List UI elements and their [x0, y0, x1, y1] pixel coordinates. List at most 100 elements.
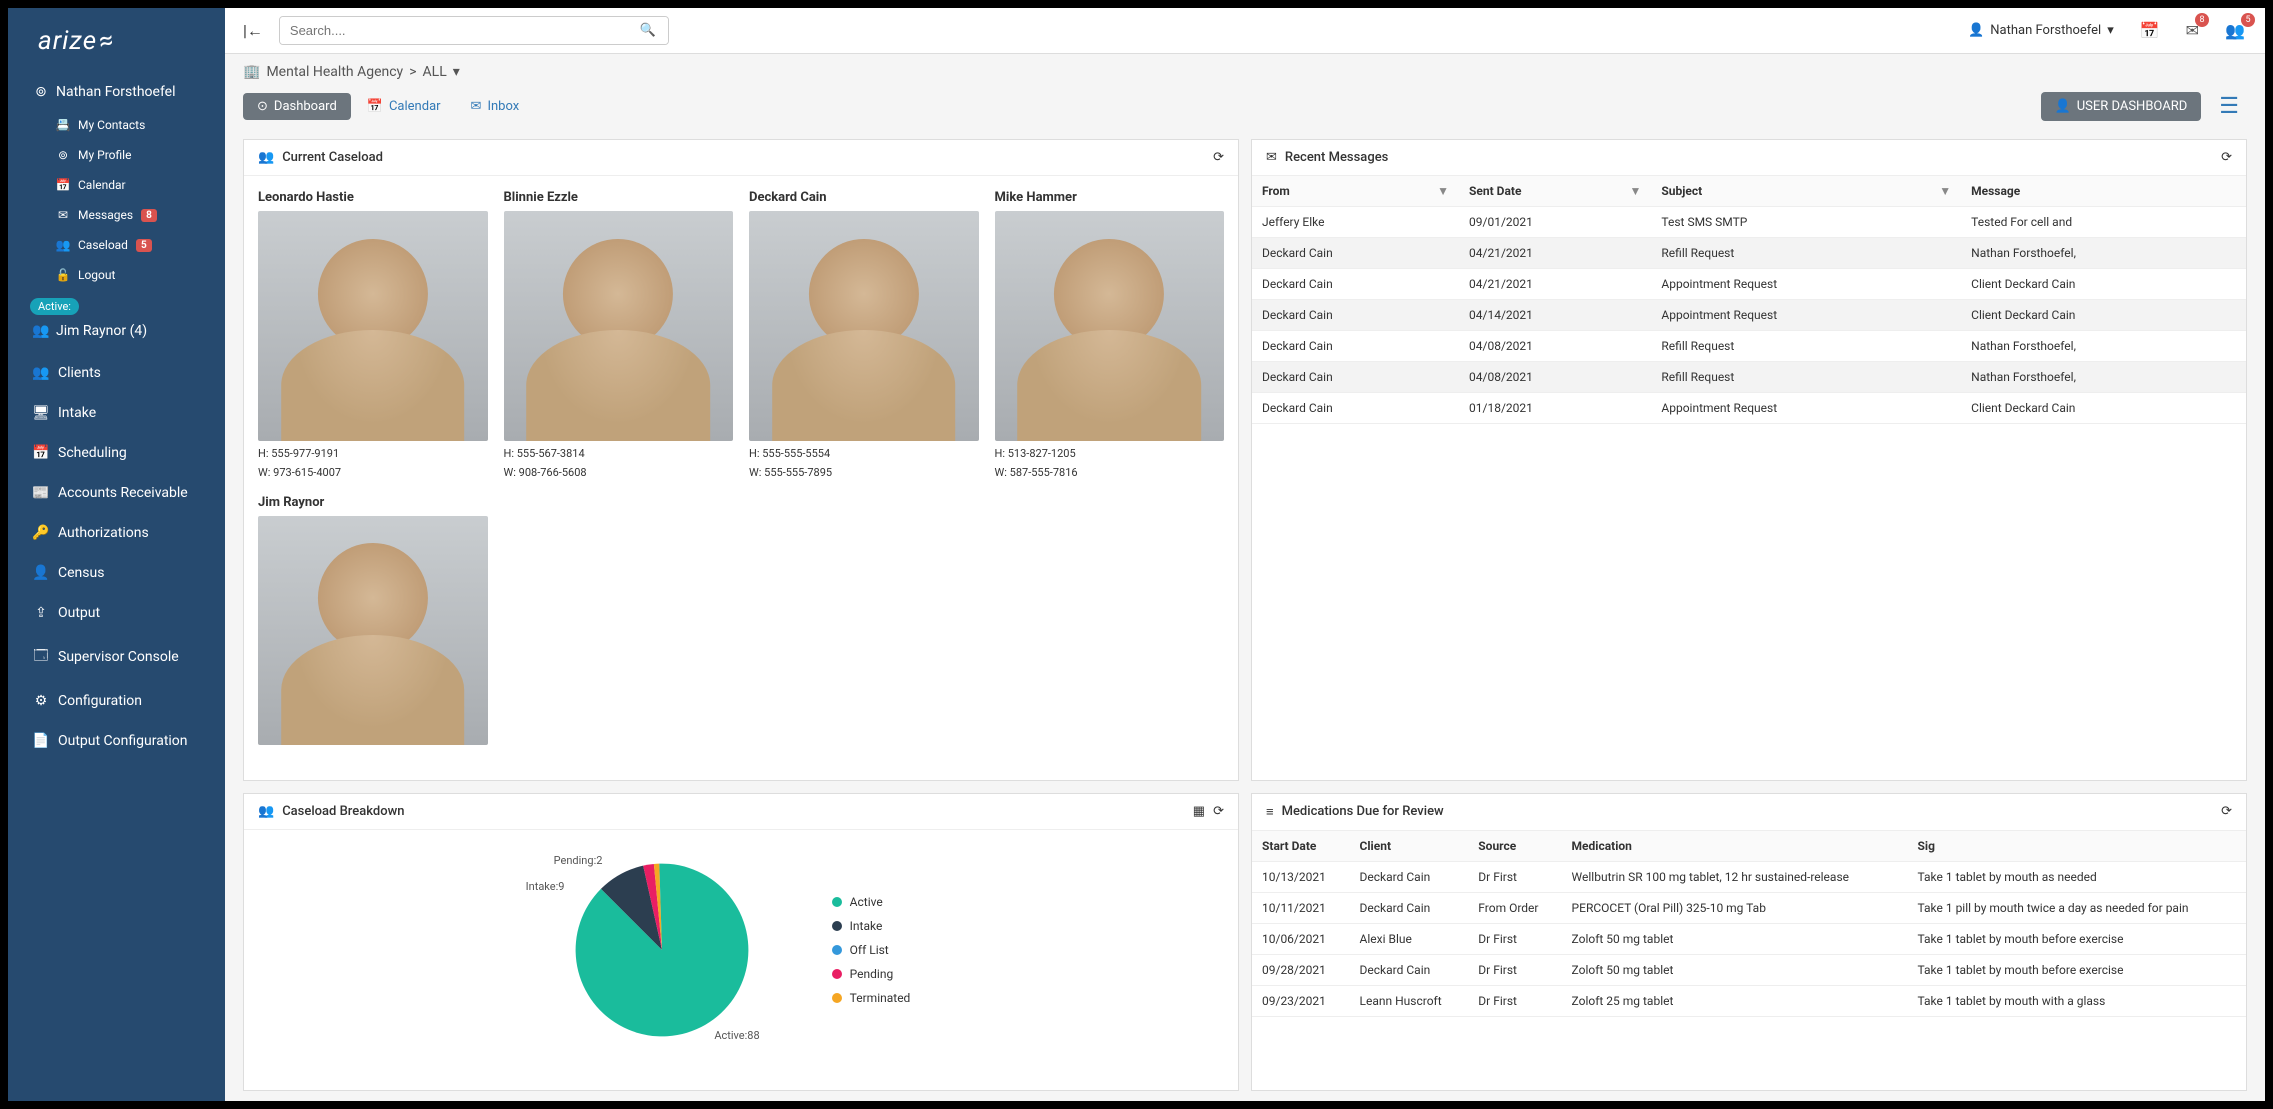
- cell-subject: Appointment Request: [1651, 300, 1961, 331]
- nav-output[interactable]: ⇪Output: [8, 593, 225, 633]
- nav-accounts-receivable[interactable]: 📰Accounts Receivable: [8, 473, 225, 513]
- legend-item-pending[interactable]: Pending: [832, 967, 911, 981]
- col-client[interactable]: Client: [1350, 831, 1469, 862]
- table-row[interactable]: 09/23/2021Leann HuscroftDr FirstZoloft 2…: [1252, 985, 2246, 1016]
- col-medication[interactable]: Medication: [1562, 831, 1908, 862]
- sidebar-item-my-contacts[interactable]: 📇My Contacts: [8, 110, 225, 140]
- table-row[interactable]: Jeffery Elke09/01/2021Test SMS SMTPTeste…: [1252, 207, 2246, 238]
- active-user[interactable]: 👥 Jim Raynor (4): [8, 317, 225, 353]
- client-work-phone: W: 908-766-5608: [504, 466, 734, 479]
- table-row[interactable]: Deckard Cain04/21/2021Appointment Reques…: [1252, 269, 2246, 300]
- cell-subject: Refill Request: [1651, 362, 1961, 393]
- pie-label-active: Active:88: [714, 1029, 759, 1042]
- table-view-button[interactable]: ▦: [1193, 804, 1205, 819]
- search-button[interactable]: 🔍: [628, 17, 668, 44]
- table-row[interactable]: 09/28/2021Deckard CainDr FirstZoloft 50 …: [1252, 954, 2246, 985]
- table-row[interactable]: 10/11/2021Deckard CainFrom OrderPERCOCET…: [1252, 892, 2246, 923]
- col-start[interactable]: Start Date: [1252, 831, 1350, 862]
- cell-client: Alexi Blue: [1350, 923, 1469, 954]
- tab-dashboard[interactable]: ⊙ Dashboard: [243, 93, 351, 120]
- sidebar-item-messages[interactable]: ✉Messages8: [8, 200, 225, 230]
- tab-inbox[interactable]: ✉ Inbox: [457, 93, 534, 120]
- refresh-button[interactable]: ⟳: [2221, 150, 2232, 165]
- table-row[interactable]: Deckard Cain04/08/2021Refill RequestNath…: [1252, 331, 2246, 362]
- table-row[interactable]: 10/13/2021Deckard CainDr FirstWellbutrin…: [1252, 861, 2246, 892]
- sidebar-item-my-profile[interactable]: ⊚My Profile: [8, 140, 225, 170]
- my-profile-icon: ⊚: [56, 148, 70, 162]
- table-row[interactable]: Deckard Cain01/18/2021Appointment Reques…: [1252, 393, 2246, 424]
- topbar-group-button[interactable]: 👥 5: [2217, 17, 2253, 44]
- legend-item-intake[interactable]: Intake: [832, 919, 911, 933]
- table-row[interactable]: Deckard Cain04/14/2021Appointment Reques…: [1252, 300, 2246, 331]
- nav-label: Scheduling: [58, 445, 127, 461]
- calendar-icon: 📅: [56, 178, 70, 192]
- filter-icon[interactable]: ▼: [1437, 184, 1449, 198]
- cell-medication: Wellbutrin SR 100 mg tablet, 12 hr susta…: [1562, 861, 1908, 892]
- caret-down-icon: ▾: [453, 64, 460, 80]
- topbar-mail-button[interactable]: ✉ 8: [2178, 17, 2207, 44]
- col-source[interactable]: Source: [1468, 831, 1561, 862]
- client-photo: [504, 211, 734, 441]
- nav-clients[interactable]: 👥Clients: [8, 353, 225, 393]
- cell-source: Dr First: [1468, 923, 1561, 954]
- mail-badge: 8: [2195, 13, 2209, 27]
- address-card-icon: 👥: [258, 150, 274, 165]
- sidebar-item-caseload[interactable]: 👥Caseload5: [8, 230, 225, 260]
- sidebar-item-calendar[interactable]: 📅Calendar: [8, 170, 225, 200]
- pie-label-pending: Pending:2: [554, 854, 603, 867]
- app-root: arize≈ ⊚ Nathan Forsthoefel 📇My Contacts…: [8, 8, 2265, 1101]
- topbar-calendar-button[interactable]: 📅: [2132, 17, 2168, 44]
- col-subject[interactable]: Subject▼: [1651, 176, 1961, 207]
- nav-label: Output Configuration: [58, 733, 188, 749]
- supervisor-console-icon: 🗔: [34, 645, 48, 669]
- table-row[interactable]: Deckard Cain04/21/2021Refill RequestNath…: [1252, 238, 2246, 269]
- client-card[interactable]: Leonardo Hastie H: 555-977-9191 W: 973-6…: [258, 190, 488, 479]
- cell-message: Tested For cell and: [1961, 207, 2246, 238]
- breadcrumb-agency: Mental Health Agency: [266, 64, 403, 80]
- gauge-icon: ⊙: [257, 99, 268, 114]
- legend-item-off-list[interactable]: Off List: [832, 943, 911, 957]
- nav-authorizations[interactable]: 🔑Authorizations: [8, 513, 225, 553]
- user-dashboard-button[interactable]: 👤 USER DASHBOARD: [2041, 92, 2202, 121]
- nav-supervisor-console[interactable]: 🗔Supervisor Console: [8, 633, 225, 681]
- filter-icon[interactable]: ▼: [1939, 184, 1951, 198]
- nav-scheduling[interactable]: 📅Scheduling: [8, 433, 225, 473]
- breadcrumb[interactable]: 🏢 Mental Health Agency > ALL ▾: [243, 64, 2247, 80]
- client-card[interactable]: Blinnie Ezzle H: 555-567-3814 W: 908-766…: [504, 190, 734, 479]
- cell-from: Deckard Cain: [1252, 238, 1459, 269]
- legend-item-terminated[interactable]: Terminated: [832, 991, 911, 1005]
- refresh-button[interactable]: ⟳: [1213, 150, 1224, 165]
- col-sent[interactable]: Sent Date▼: [1459, 176, 1651, 207]
- cell-start: 10/11/2021: [1252, 892, 1350, 923]
- logout-icon: 🔓: [56, 268, 70, 282]
- sidebar-collapse-button[interactable]: |←: [237, 17, 269, 45]
- nav-output-configuration[interactable]: 📄Output Configuration: [8, 721, 225, 761]
- panel-menu-button[interactable]: ☰: [2211, 90, 2247, 123]
- brand-swoosh-icon: ≈: [95, 25, 117, 58]
- topbar-user-menu[interactable]: 👤 Nathan Forsthoefel ▾: [1960, 19, 2122, 42]
- client-work-phone: W: 555-555-7895: [749, 466, 979, 479]
- client-card[interactable]: Deckard Cain H: 555-555-5554 W: 555-555-…: [749, 190, 979, 479]
- table-row[interactable]: Deckard Cain04/08/2021Refill RequestNath…: [1252, 362, 2246, 393]
- nav-census[interactable]: 👤Census: [8, 553, 225, 593]
- nav-intake[interactable]: 🖥Intake: [8, 393, 225, 433]
- sidebar-user[interactable]: ⊚ Nathan Forsthoefel: [8, 74, 225, 110]
- col-message[interactable]: Message: [1961, 176, 2246, 207]
- search-input[interactable]: [280, 17, 628, 44]
- refresh-button[interactable]: ⟳: [1213, 804, 1224, 819]
- col-sig[interactable]: Sig: [1908, 831, 2246, 862]
- legend-dot-icon: [832, 897, 842, 907]
- col-from[interactable]: From▼: [1252, 176, 1459, 207]
- legend-item-active[interactable]: Active: [832, 895, 911, 909]
- cell-medication: Zoloft 50 mg tablet: [1562, 954, 1908, 985]
- filter-icon[interactable]: ▼: [1630, 184, 1642, 198]
- table-row[interactable]: 10/06/2021Alexi BlueDr FirstZoloft 50 mg…: [1252, 923, 2246, 954]
- refresh-button[interactable]: ⟳: [2221, 804, 2232, 819]
- intake-icon: 🖥: [34, 405, 48, 421]
- sidebar-item-logout[interactable]: 🔓Logout: [8, 260, 225, 290]
- nav-configuration[interactable]: ⚙Configuration: [8, 681, 225, 721]
- client-card[interactable]: Jim Raynor: [258, 495, 488, 746]
- client-card[interactable]: Mike Hammer H: 513-827-1205 W: 587-555-7…: [995, 190, 1225, 479]
- tab-calendar[interactable]: 📅 Calendar: [353, 93, 455, 120]
- messages-table: From▼ Sent Date▼ Subject▼ Message Jeffer…: [1252, 176, 2246, 424]
